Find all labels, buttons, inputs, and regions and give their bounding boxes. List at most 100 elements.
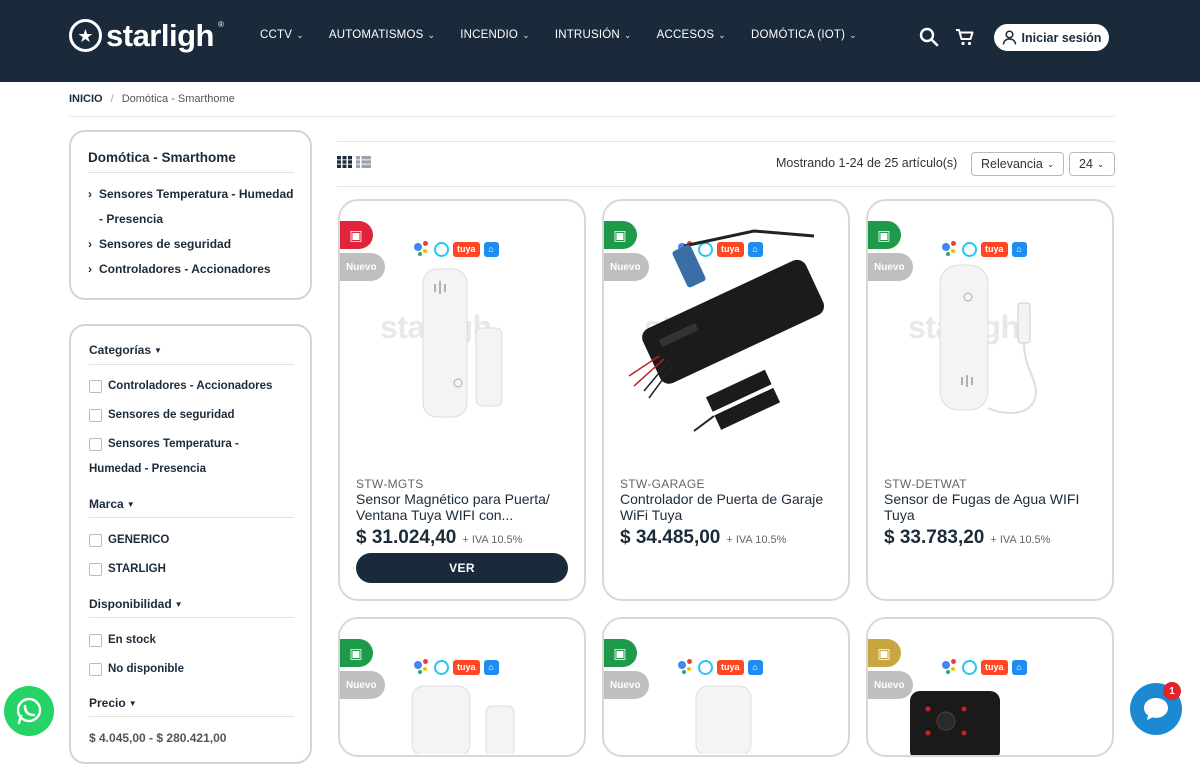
tuya-logo: tuya xyxy=(717,659,744,675)
product-name[interactable]: Sensor de Fugas de Agua WIFI Tuya xyxy=(884,491,1104,523)
checkbox[interactable] xyxy=(89,634,102,647)
login-button[interactable]: Iniciar sesión xyxy=(994,24,1109,51)
checkbox[interactable] xyxy=(89,563,102,576)
filter-option[interactable]: STARLIGH xyxy=(89,557,289,582)
product-image xyxy=(628,229,824,432)
filter-marca-toggle[interactable]: Marca ▼ xyxy=(89,497,135,511)
list-view-icon[interactable] xyxy=(356,156,371,168)
chevron-down-icon: ⌄ xyxy=(1046,158,1055,169)
new-badge: Nuevo xyxy=(868,253,913,281)
filter-option[interactable]: GENERICO xyxy=(89,528,289,553)
product-price: $ 34.485,00 + IVA 10.5% xyxy=(620,527,787,548)
box-badge-icon: ▣ xyxy=(868,639,901,667)
filter-option[interactable]: Sensores Temperatura - Humedad - Presenc… xyxy=(89,432,289,482)
cart-icon[interactable] xyxy=(955,27,975,47)
checkbox[interactable] xyxy=(89,409,102,422)
category-link-controladores[interactable]: Controladores - Accionadores xyxy=(88,257,294,282)
filter-option[interactable]: Controladores - Accionadores xyxy=(89,374,289,399)
sort-select[interactable]: Relevancia ⌄ xyxy=(971,152,1065,176)
per-page-select[interactable]: 24 ⌄ xyxy=(1069,152,1115,176)
smart-home-icon: ⌂ xyxy=(1011,241,1027,257)
chevron-down-icon: ⌄ xyxy=(623,29,632,40)
nav-intrusion[interactable]: INTRUSIÓN ⌄ xyxy=(555,29,632,41)
product-price: $ 33.783,20 + IVA 10.5% xyxy=(884,527,1051,548)
category-link-sensores-seguridad[interactable]: Sensores de seguridad xyxy=(88,232,294,257)
site-header: ★ starligh ® CCTV ⌄ AUTOMATISMOS ⌄ INCENDI… xyxy=(0,0,1200,82)
product-card[interactable]: ▣ Nuevo tuya ⌂ xyxy=(602,617,850,757)
caret-down-icon: ▼ xyxy=(174,599,183,609)
product-image xyxy=(411,685,515,754)
nav-domotica[interactable]: DOMÓTICA (IOT) ⌄ xyxy=(751,29,857,41)
filter-option[interactable]: En stock xyxy=(89,628,289,653)
product-name[interactable]: Controlador de Puerta de Garaje WiFi Tuy… xyxy=(620,491,840,523)
checkbox[interactable] xyxy=(89,380,102,393)
view-product-button[interactable]: VER xyxy=(356,553,568,583)
nav-accesos[interactable]: ACCESOS ⌄ xyxy=(657,29,726,41)
tuya-logo: tuya xyxy=(981,659,1008,675)
chevron-down-icon: ⌄ xyxy=(849,29,857,40)
google-assistant-icon xyxy=(414,659,430,675)
filter-disponibilidad-toggle[interactable]: Disponibilidad ▼ xyxy=(89,597,183,611)
caret-down-icon: ▼ xyxy=(128,698,137,708)
filter-card: Categorías ▼ Controladores - Accionadores… xyxy=(69,324,312,764)
new-badge: Nuevo xyxy=(604,671,649,699)
tuya-logo: tuya xyxy=(453,659,480,675)
filter-option[interactable]: No disponible xyxy=(89,657,289,682)
breadcrumb-home[interactable]: INICIO xyxy=(69,93,103,105)
product-image xyxy=(910,691,1000,755)
category-title: Domótica - Smarthome xyxy=(88,150,236,165)
filter-precio-toggle[interactable]: Precio ▼ xyxy=(89,696,137,710)
box-badge-icon: ▣ xyxy=(604,639,637,667)
brand-logo[interactable]: ★ starligh ® xyxy=(69,19,224,52)
filter-option[interactable]: Sensores de seguridad xyxy=(89,403,289,428)
main-nav: CCTV ⌄ AUTOMATISMOS ⌄ INCENDIO ⌄ INTRUSIÓN ⌄… xyxy=(260,29,882,41)
google-assistant-icon xyxy=(414,241,430,257)
filter-categorias-toggle[interactable]: Categorías ▼ xyxy=(89,343,162,357)
product-image xyxy=(422,268,503,418)
checkbox[interactable] xyxy=(89,663,102,676)
caret-down-icon: ▼ xyxy=(126,499,135,509)
nav-incendio[interactable]: INCENDIO ⌄ xyxy=(460,29,530,41)
chevron-down-icon: ⌄ xyxy=(522,29,530,40)
chevron-down-icon: ⌄ xyxy=(1096,158,1105,169)
whatsapp-button[interactable] xyxy=(4,686,54,736)
chevron-down-icon: ⌄ xyxy=(296,29,304,40)
product-card[interactable]: ▣ Nuevo tuya ⌂ xyxy=(338,617,586,757)
product-image xyxy=(695,685,752,754)
compatibility-icons: tuya ⌂ xyxy=(414,241,499,257)
compatibility-icons: tuya ⌂ xyxy=(942,659,1027,675)
google-assistant-icon xyxy=(942,659,958,675)
breadcrumb-current: Domótica - Smarthome xyxy=(121,93,235,105)
compatibility-icons: tuya ⌂ xyxy=(678,659,763,675)
product-card[interactable]: ▣ Nuevo tuya ⌂ xyxy=(866,617,1114,757)
search-icon[interactable] xyxy=(919,27,939,47)
checkbox[interactable] xyxy=(89,438,102,451)
product-card[interactable]: ▣ Nuevo tuya ⌂ starligh STW-GARAGE Contr… xyxy=(602,199,850,601)
product-card[interactable]: ▣ Nuevo tuya ⌂ starligh STW-DETWAT Senso… xyxy=(866,199,1114,601)
smart-home-icon: ⌂ xyxy=(483,659,499,675)
category-link-sensores-temperatura[interactable]: Sensores Temperatura - Humedad - Presenc… xyxy=(88,182,294,232)
tuya-logo: tuya xyxy=(981,241,1008,257)
chevron-down-icon: ⌄ xyxy=(427,29,436,40)
user-icon xyxy=(1002,30,1016,45)
logo-text: starligh xyxy=(106,18,214,53)
product-name[interactable]: Sensor Magnético para Puerta/ Ventana Tu… xyxy=(356,491,576,523)
new-badge: Nuevo xyxy=(340,253,385,281)
compatibility-icons: tuya ⌂ xyxy=(942,241,1027,257)
smart-home-icon: ⌂ xyxy=(1011,659,1027,675)
nav-cctv[interactable]: CCTV ⌄ xyxy=(260,29,304,41)
smart-home-icon: ⌂ xyxy=(483,241,499,257)
product-card[interactable]: ▣ Nuevo tuya ⌂ starligh STW-MGTS Sensor … xyxy=(338,199,586,601)
result-count: Mostrando 1-24 de 25 artículo(s) xyxy=(776,156,958,170)
alexa-icon xyxy=(962,659,977,675)
google-assistant-icon xyxy=(942,241,958,257)
product-code: STW-GARAGE xyxy=(620,477,705,491)
breadcrumb: INICIO / Domótica - Smarthome xyxy=(69,93,235,105)
checkbox[interactable] xyxy=(89,534,102,547)
caret-down-icon: ▼ xyxy=(154,345,162,355)
nav-automatismos[interactable]: AUTOMATISMOS ⌄ xyxy=(329,29,435,41)
alexa-icon xyxy=(698,659,713,675)
chat-bubble-icon xyxy=(1144,698,1168,720)
whatsapp-icon xyxy=(16,697,42,725)
grid-view-icon[interactable] xyxy=(337,156,352,168)
